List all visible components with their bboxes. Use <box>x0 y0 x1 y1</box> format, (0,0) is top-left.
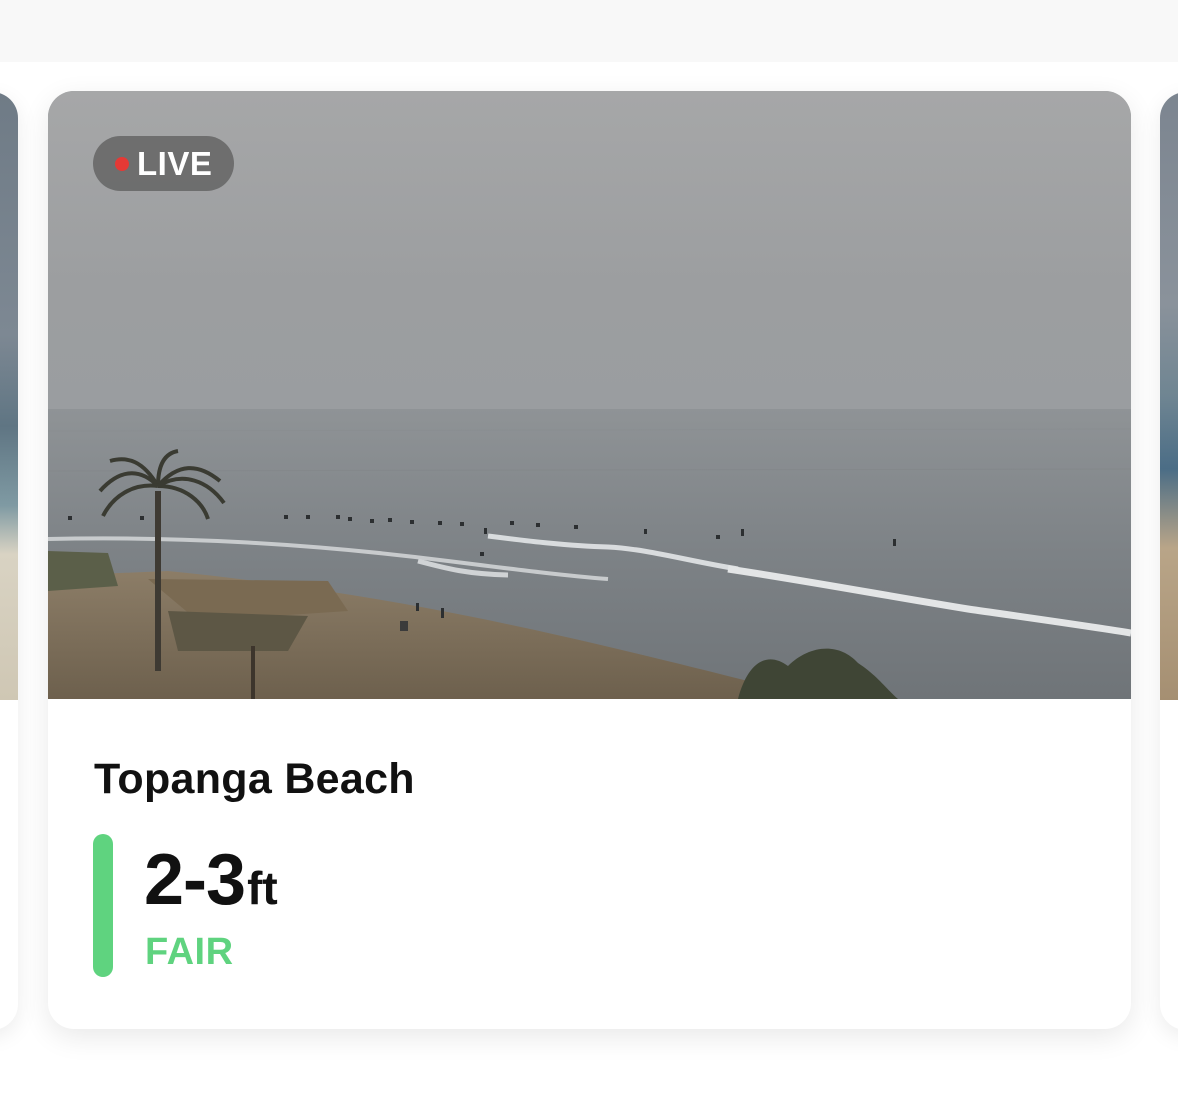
cam-stream[interactable]: LIVE <box>48 91 1131 699</box>
wave-height-range: 2-3 <box>144 840 246 920</box>
live-badge: LIVE <box>93 136 235 191</box>
previous-cam-thumbnail <box>0 92 18 700</box>
rating-color-bar <box>93 834 113 977</box>
live-dot-icon <box>115 156 129 171</box>
cam-carousel[interactable]: LIVE Topanga Beach 2-3 ft FAIR <box>0 62 1178 1117</box>
wave-height: 2-3 ft <box>144 839 278 921</box>
spot-name[interactable]: Topanga Beach <box>94 755 415 804</box>
spot-info: Topanga Beach 2-3 ft FAIR <box>48 699 1131 1029</box>
top-bar <box>0 0 1178 63</box>
live-label: LIVE <box>137 144 213 182</box>
next-spot-card[interactable] <box>1160 92 1178 1030</box>
previous-spot-card[interactable] <box>0 92 18 1030</box>
condition-rating: FAIR <box>145 931 234 973</box>
next-cam-thumbnail <box>1160 92 1178 700</box>
spot-card[interactable]: LIVE Topanga Beach 2-3 ft FAIR <box>48 91 1131 1029</box>
wave-height-unit: ft <box>247 862 278 914</box>
